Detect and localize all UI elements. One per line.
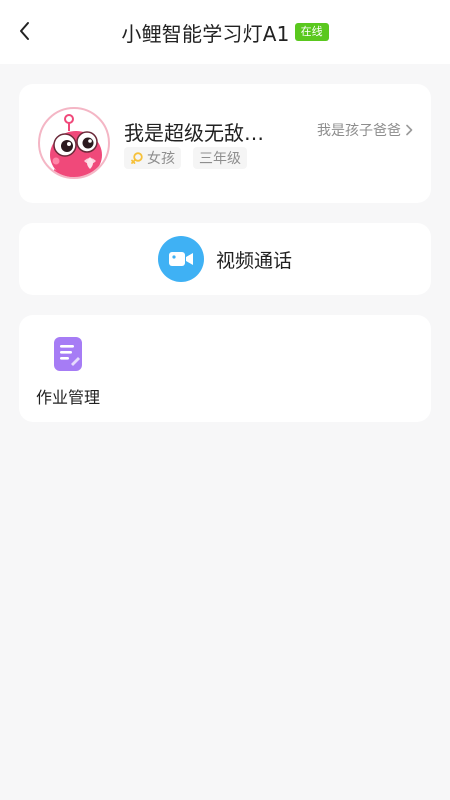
video-camera-icon [157, 236, 204, 282]
title-group: 小鲤智能学习灯A1 在线 [0, 17, 450, 47]
relation-label: 我是孩子爸爸 [317, 123, 401, 139]
tool-homework-management[interactable]: 作业管理 [33, 337, 103, 408]
grade-tag: 三年级 [193, 147, 247, 169]
gender-label: 女孩 [147, 151, 175, 167]
video-call-card[interactable]: 视频通话 [19, 223, 431, 295]
gender-tag: 女孩 [124, 147, 181, 169]
header-bar: 小鲤智能学习灯A1 在线 [0, 0, 450, 64]
grade-label: 三年级 [199, 151, 241, 167]
profile-tags: 女孩 三年级 [124, 147, 247, 169]
child-nickname: 我是超级无敌… [124, 121, 264, 145]
online-status-badge: 在线 [294, 23, 329, 41]
avatar[interactable] [38, 107, 110, 179]
video-call-button[interactable]: 视频通话 [19, 236, 431, 282]
chevron-right-icon [406, 124, 413, 136]
tools-card: 作业管理 [19, 315, 431, 422]
page-title: 小鲤智能学习灯A1 [121, 21, 290, 46]
tool-label: 作业管理 [35, 388, 100, 407]
female-icon [131, 152, 143, 164]
cartoon-avatar-icon [50, 114, 102, 177]
homework-icon [54, 337, 82, 371]
relation-link[interactable]: 我是孩子爸爸 [317, 120, 413, 140]
video-call-label: 视频通话 [215, 249, 292, 272]
child-profile-card[interactable]: 我是超级无敌… 我是孩子爸爸 女孩 三年级 [19, 84, 431, 203]
